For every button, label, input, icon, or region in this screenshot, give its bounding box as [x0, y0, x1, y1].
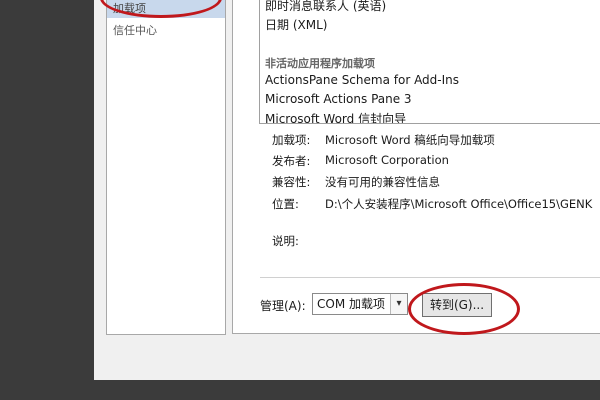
- list-item[interactable]: Microsoft Actions Pane 3: [265, 92, 412, 106]
- description-label: 说明:: [272, 234, 299, 248]
- addin-value: Microsoft Word 稿纸向导加载项: [325, 133, 495, 147]
- compatibility-label: 兼容性:: [272, 175, 311, 189]
- sidebar-item-trust-center[interactable]: 信任中心: [107, 22, 225, 40]
- go-button[interactable]: 转到(G)...: [422, 293, 492, 317]
- list-item[interactable]: 日期 (XML): [265, 16, 327, 33]
- sidebar-item-addins[interactable]: 加载项: [107, 0, 225, 18]
- manage-select-value: COM 加载项: [317, 297, 385, 311]
- screen: 加载项 信任中心 即时消息联系人 (英语) 日期 (XML) 非活动应用程序加载…: [0, 0, 600, 400]
- compatibility-value: 没有可用的兼容性信息: [325, 175, 440, 189]
- addin-list[interactable]: 即时消息联系人 (英语) 日期 (XML) 非活动应用程序加载项 Actions…: [259, 0, 600, 124]
- list-item[interactable]: 即时消息联系人 (英语): [265, 0, 386, 14]
- list-group-header: 非活动应用程序加载项: [265, 57, 375, 70]
- location-label: 位置:: [272, 197, 299, 211]
- location-value: D:\个人安装程序\Microsoft Office\Office15\GENK: [325, 197, 593, 211]
- addin-label: 加载项:: [272, 133, 311, 147]
- manage-select[interactable]: COM 加载项 ▾: [312, 293, 408, 315]
- options-sidebar: 加载项 信任中心: [106, 0, 226, 335]
- list-item[interactable]: Microsoft Word 信封向导: [265, 110, 406, 123]
- divider: [260, 277, 600, 278]
- chevron-down-icon[interactable]: ▾: [390, 294, 407, 314]
- publisher-value: Microsoft Corporation: [325, 153, 449, 167]
- publisher-label: 发布者:: [272, 154, 311, 168]
- list-item[interactable]: ActionsPane Schema for Add-Ins: [265, 73, 459, 87]
- manage-label: 管理(A):: [260, 299, 306, 313]
